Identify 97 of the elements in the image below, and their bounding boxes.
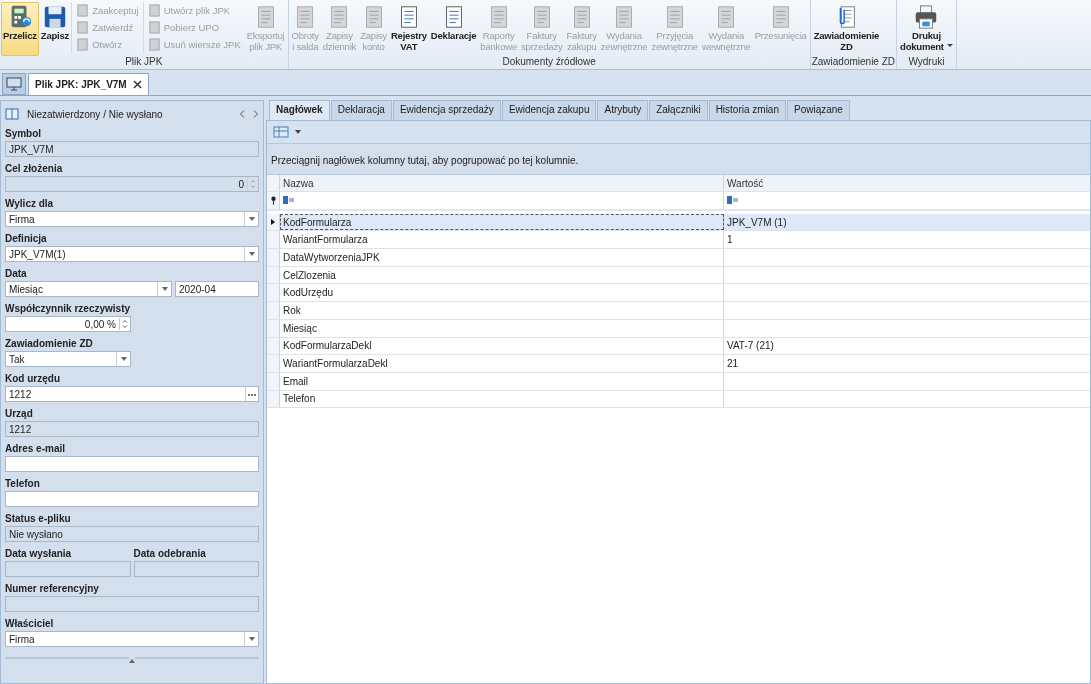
input-field[interactable]: [5, 561, 131, 577]
group-by-hint: Przeciągnij nagłówek kolumny tutaj, aby pogrupować po tej kolumnie.: [267, 143, 1090, 175]
spin-field[interactable]: 0,00 %: [5, 316, 131, 332]
field-label: Data wysłania: [5, 547, 73, 561]
input-field[interactable]: [5, 491, 259, 507]
table-row[interactable]: KodFormularza JPK_V7M (1): [267, 213, 1090, 232]
dropdown[interactable]: Tak: [5, 351, 131, 367]
field-label: Status e-pliku: [5, 512, 72, 526]
input-field[interactable]: 2020-04: [175, 281, 259, 297]
table-cell: WariantFormularzaDekl: [280, 355, 724, 372]
table-row[interactable]: Rok: [267, 302, 1090, 320]
lookup-field[interactable]: 1212: [5, 386, 259, 402]
ribbon-button[interactable]: Deklaracje: [428, 2, 479, 56]
field-label: Urząd: [5, 407, 34, 421]
table-cell: WariantFormularza: [280, 231, 724, 249]
table-row[interactable]: KodUrzędu: [267, 284, 1090, 303]
text-filter-icon: [283, 196, 295, 205]
field-label: Wylicz dla: [5, 197, 55, 211]
table-cell-text: JPK_V7M (1): [726, 215, 788, 230]
table-row[interactable]: CelZlozenia: [267, 266, 1090, 285]
dropdown[interactable]: Firma: [5, 631, 259, 647]
table-row[interactable]: Email: [267, 372, 1090, 391]
spinner-icon[interactable]: [119, 318, 130, 330]
table-cell: Rok: [280, 302, 724, 319]
tab[interactable]: Powiązane: [787, 100, 850, 120]
input-field[interactable]: JPK_V7M: [5, 141, 259, 157]
ribbon-group-label: Wydruki: [907, 56, 946, 69]
table-cell: DataWytworzeniaJPK: [280, 249, 724, 266]
ribbon-group-label: Plik JPK: [124, 56, 164, 69]
dropdown[interactable]: Firma: [5, 211, 259, 227]
table-row[interactable]: KodFormularzaDekl VAT-7 (21): [267, 337, 1090, 356]
spin-field[interactable]: 0: [5, 176, 259, 192]
dropdown[interactable]: JPK_V7M(1): [5, 246, 259, 262]
table-row[interactable]: WariantFormularzaDekl 21: [267, 355, 1090, 373]
field-label: Numer referencyjny: [5, 582, 100, 596]
next-icon[interactable]: [253, 110, 259, 118]
text-filter-icon: [727, 196, 739, 205]
table-cell: KodFormularzaDekl: [280, 337, 724, 355]
table-row[interactable]: DataWytworzeniaJPK: [267, 249, 1090, 267]
close-icon[interactable]: [132, 80, 142, 89]
input-field[interactable]: 1212: [5, 421, 259, 437]
monitor-icon: [6, 77, 22, 91]
ribbon-button[interactable]: Przelicz: [1, 2, 39, 56]
tab[interactable]: Załączniki: [649, 100, 708, 120]
ribbon-group-label: Dokumenty źródłowe: [501, 56, 597, 69]
field-label: Adres e-mail: [5, 442, 67, 456]
field-label: Zawiadomienie ZD: [5, 337, 94, 351]
ribbon-group-label: Zawiadomienie ZD: [811, 56, 896, 69]
dropdown[interactable]: Miesiąc: [5, 281, 172, 297]
field-label: Cel złożenia: [5, 162, 64, 176]
filter-cell[interactable]: [280, 192, 724, 209]
input-field[interactable]: [133, 561, 259, 577]
tab[interactable]: Nagłówek: [269, 100, 330, 120]
tab[interactable]: Ewidencja sprzedaży: [392, 100, 501, 120]
column-header[interactable]: Wartość: [724, 175, 1090, 191]
field-label: Telefon: [5, 477, 41, 491]
previous-icon[interactable]: [239, 110, 245, 118]
field-label: Definicja: [5, 232, 48, 246]
field-label: Kod urzędu: [5, 372, 61, 386]
table-cell: Miesiąc: [280, 319, 724, 337]
book-icon: [5, 108, 19, 120]
spinner-icon[interactable]: [247, 178, 258, 190]
ribbon-button[interactable]: Zapisz: [38, 2, 72, 56]
table-cell-text: 21: [726, 357, 740, 372]
document-tab[interactable]: Plik JPK: JPK_V7M: [28, 73, 149, 95]
row-selector[interactable]: [267, 213, 280, 231]
pin-icon: [269, 195, 277, 205]
table-cell: CelZlozenia: [280, 266, 724, 284]
table-row[interactable]: Miesiąc: [267, 319, 1090, 338]
table-row[interactable]: Telefon: [267, 390, 1090, 409]
ribbon-button[interactable]: Zawiadomienie ZD: [811, 2, 882, 56]
tab[interactable]: Deklaracja: [330, 100, 392, 120]
ribbon-button[interactable]: Drukuj dokument: [898, 2, 955, 56]
table-cell: Telefon: [280, 390, 724, 408]
field-label: Data: [5, 267, 28, 281]
table-row[interactable]: WariantFormularza 1: [267, 231, 1090, 250]
table-cell-text: 1: [726, 233, 734, 248]
table-cell: KodUrzędu: [280, 284, 724, 302]
table-cell: Email: [280, 372, 724, 390]
field-label: Współczynnik rzeczywisty: [5, 302, 132, 316]
tab[interactable]: Historia zmian: [708, 100, 786, 120]
status-text: Niezatwierdzony / Nie wysłano: [27, 108, 164, 120]
grid-layout-icon[interactable]: [273, 126, 289, 138]
table-cell-text: VAT-7 (21): [726, 339, 775, 354]
input-field[interactable]: [5, 456, 259, 472]
input-field[interactable]: [5, 596, 259, 612]
desktop-button[interactable]: [2, 73, 26, 95]
table-cell: KodFormularza: [280, 213, 724, 231]
input-field[interactable]: Nie wysłano: [5, 526, 259, 542]
field-label: Data odebrania: [133, 547, 207, 561]
tab[interactable]: Atrybuty: [597, 100, 649, 120]
field-label: Symbol: [5, 127, 43, 141]
ribbon-button[interactable]: Rejestry VAT: [388, 2, 429, 56]
field-label: Właściciel: [5, 617, 55, 631]
tab[interactable]: Ewidencja zakupu: [501, 100, 597, 120]
ellipsis-icon[interactable]: [245, 387, 258, 401]
column-header[interactable]: Nazwa: [280, 175, 724, 191]
